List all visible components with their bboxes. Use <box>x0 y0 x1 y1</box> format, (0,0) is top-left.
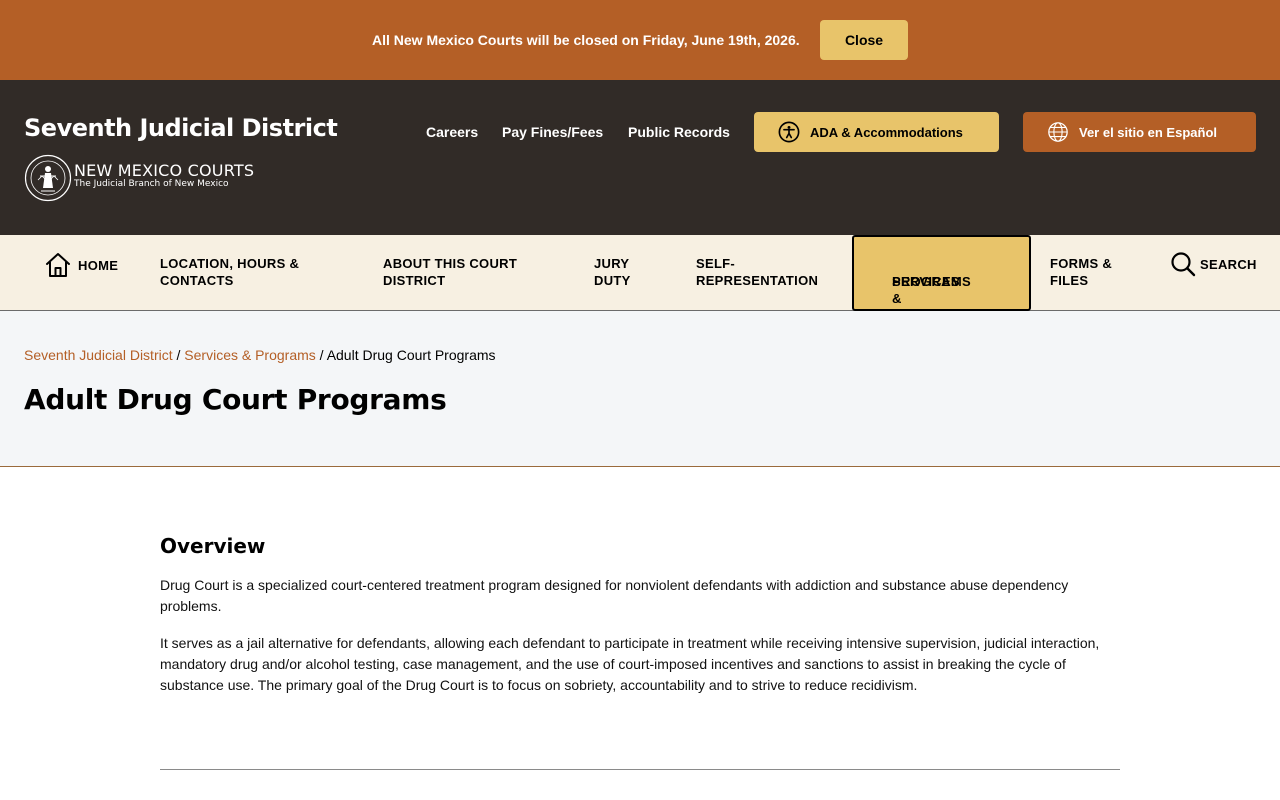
page-title: Adult Drug Court Programs <box>24 383 447 416</box>
overview-paragraph-2: It serves as a jail alternative for defe… <box>160 635 1100 693</box>
breadcrumb-current: Adult Drug Court Programs <box>326 347 496 363</box>
nav-jury-duty[interactable]: JURY DUTY <box>594 255 631 289</box>
nav-label-line: ABOUT THIS COURT <box>383 256 518 271</box>
nav-label-line: DUTY <box>594 273 631 288</box>
search-icon <box>1171 252 1196 277</box>
nav-label-line: SELF- <box>696 256 736 271</box>
content-divider <box>160 769 1120 770</box>
nav-home[interactable]: HOME <box>44 251 118 279</box>
nav-label-line: JURY <box>594 256 630 271</box>
site-header: Seventh Judicial District NEW MEXICO COU… <box>0 80 1280 235</box>
main-content: Overview Drug Court is a specialized cou… <box>160 533 1120 712</box>
logo-wordmark: NEW MEXICO COURTS <box>74 161 255 180</box>
close-alert-button[interactable]: Close <box>820 20 908 60</box>
accessibility-icon <box>778 121 800 143</box>
ada-accommodations-button[interactable]: ADA & Accommodations <box>754 112 999 152</box>
nav-search-label: SEARCH <box>1200 256 1257 272</box>
nav-label-line: LOCATION, HOURS & <box>160 256 300 271</box>
nav-label-line: DISTRICT <box>383 273 446 288</box>
site-title[interactable]: Seventh Judicial District <box>24 113 338 143</box>
nm-courts-logo[interactable]: NEW MEXICO COURTS The Judicial Branch of… <box>24 154 284 204</box>
nav-label-line: PROGRAMS <box>892 274 971 289</box>
spanish-label: Ver el sitio en Español <box>1079 124 1217 140</box>
page-title-band: Seventh Judicial District / Services & P… <box>0 311 1280 467</box>
overview-heading: Overview <box>160 534 266 558</box>
alert-banner: All New Mexico Courts will be closed on … <box>0 0 1280 80</box>
breadcrumb-services-link[interactable]: Services & Programs <box>184 347 315 363</box>
nav-forms-files[interactable]: FORMS & FILES <box>1050 255 1112 289</box>
pay-fines-link[interactable]: Pay Fines/Fees <box>502 123 603 141</box>
nav-self-representation[interactable]: SELF- REPRESENTATION <box>696 255 818 289</box>
ada-label: ADA & Accommodations <box>810 124 963 140</box>
nav-search[interactable]: SEARCH <box>1170 251 1257 277</box>
breadcrumb: Seventh Judicial District / Services & P… <box>24 346 496 364</box>
breadcrumb-separator: / <box>319 347 324 363</box>
logo-tagline: The Judicial Branch of New Mexico <box>74 179 229 189</box>
breadcrumb-home-link[interactable]: Seventh Judicial District <box>24 347 173 363</box>
public-records-link[interactable]: Public Records <box>628 123 730 141</box>
spanish-site-button[interactable]: Ver el sitio en Español <box>1023 112 1256 152</box>
nav-services-programs[interactable]: SERVICES & PROGRAMS <box>852 235 1031 311</box>
globe-icon <box>1048 122 1068 142</box>
nav-label-line: FILES <box>1050 273 1089 288</box>
home-icon <box>46 253 70 277</box>
breadcrumb-separator: / <box>176 347 181 363</box>
nav-label-line: FORMS & <box>1050 256 1113 271</box>
nav-location-hours-contacts[interactable]: LOCATION, HOURS & CONTACTS <box>160 255 299 289</box>
court-seal-icon <box>24 154 72 202</box>
overview-paragraph-1: Drug Court is a specialized court-center… <box>160 577 1069 614</box>
nav-about-court-district[interactable]: ABOUT THIS COURT DISTRICT <box>383 255 517 289</box>
nav-label-line: CONTACTS <box>160 273 234 288</box>
nav-home-label: HOME <box>78 257 119 273</box>
careers-link[interactable]: Careers <box>426 123 478 141</box>
nav-label-line: REPRESENTATION <box>696 273 819 288</box>
main-nav: HOME LOCATION, HOURS & CONTACTS ABOUT TH… <box>0 235 1280 311</box>
alert-message: All New Mexico Courts will be closed on … <box>372 32 800 48</box>
